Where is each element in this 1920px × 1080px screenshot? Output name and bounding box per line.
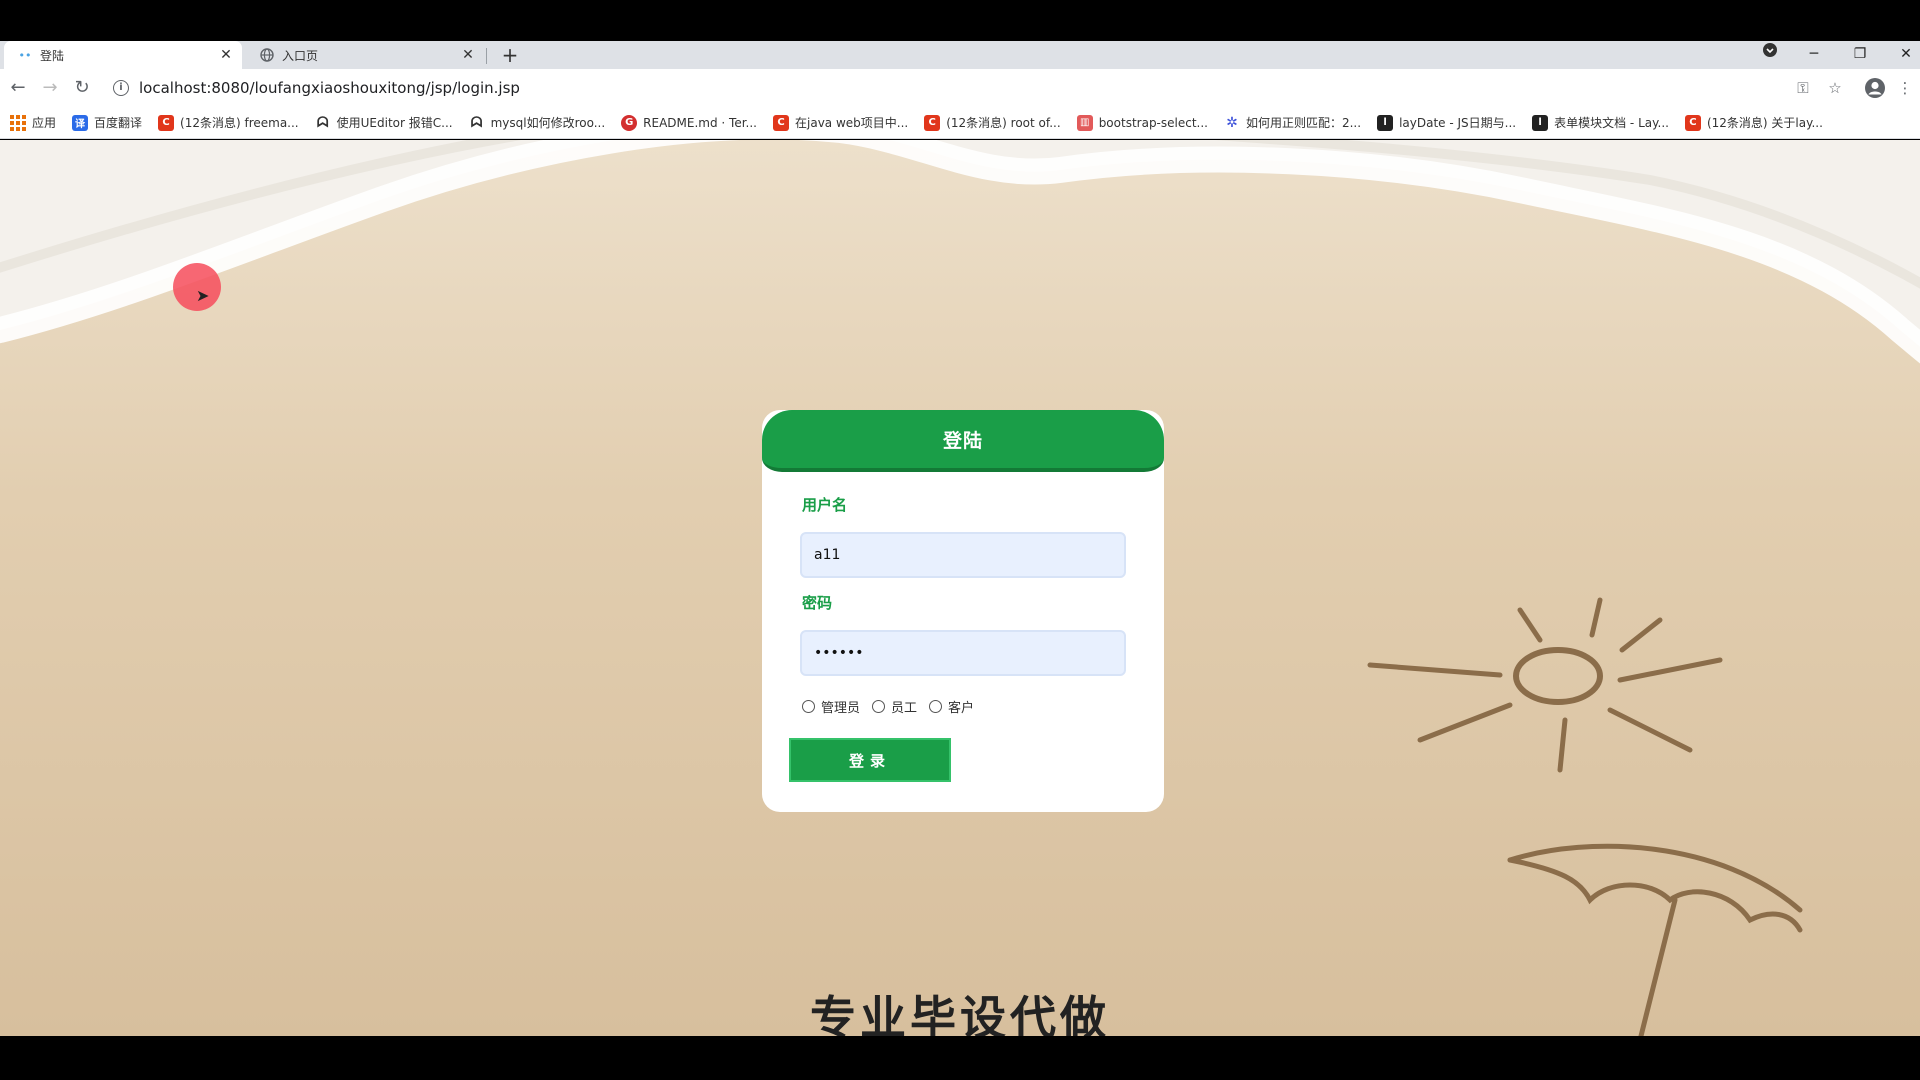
restore-icon[interactable]: ❐: [1842, 41, 1878, 69]
csdn-icon: C: [924, 114, 941, 131]
password-label: 密码: [802, 594, 833, 612]
bookmark-label: (12条消息) root of...: [946, 116, 1061, 130]
bookmark-item[interactable]: C (12条消息) 关于lay...: [1684, 114, 1823, 131]
bookmark-item[interactable]: ᗣ 使用UEditor 报错C...: [315, 114, 453, 131]
bookmark-item[interactable]: ▥ bootstrap-select...: [1076, 114, 1208, 131]
role-radio-admin[interactable]: [802, 700, 815, 713]
close-window-icon[interactable]: ✕: [1888, 41, 1920, 69]
ueditor-icon: ᗣ: [470, 114, 483, 131]
layui-icon: l: [1532, 114, 1549, 131]
sun-sand-drawing: [1367, 597, 1723, 773]
bookmark-label: bootstrap-select...: [1098, 115, 1208, 130]
layui-icon: l: [1377, 114, 1394, 131]
bookmark-label: mysql如何修改roo...: [490, 116, 606, 130]
bookmark-label: (12条消息) 关于lay...: [1706, 116, 1823, 130]
browser-tab-bar: •• 登陆 ✕ 入口页 ✕: [0, 41, 1920, 69]
tab-divider: [486, 48, 487, 64]
role-radio-staff[interactable]: [872, 700, 886, 713]
new-tab-button[interactable]: +: [496, 41, 524, 69]
apps-grid-icon: [10, 114, 26, 131]
bookmark-item[interactable]: 译 百度翻译: [72, 114, 142, 131]
csdn-icon: C: [773, 114, 789, 131]
ueditor-icon: ᗣ: [316, 114, 329, 131]
back-arrow-icon[interactable]: ←: [3, 69, 33, 107]
csdn-icon: C: [1684, 114, 1701, 131]
csdn-icon: C: [158, 114, 175, 131]
bookmark-item[interactable]: l 表单模块文档 - Lay...: [1532, 114, 1669, 131]
key-icon[interactable]: ⚿: [1788, 69, 1818, 107]
loading-dots-icon: ••: [18, 48, 32, 62]
bookmark-label: (12条消息) freema...: [180, 116, 299, 130]
login-page-background: ➤ 登陆 用户名 a11 密码 •••••• 管理员 员工 客户 登录 专业毕设…: [0, 140, 1920, 1036]
bookmark-label: 如何用正则匹配：2...: [1245, 116, 1362, 130]
forward-arrow-icon[interactable]: →: [35, 69, 65, 107]
bookmark-label: 应用: [32, 116, 57, 130]
bookmark-item[interactable]: C (12条消息) freema...: [158, 114, 299, 131]
bookmark-label: README.md · Ter...: [643, 115, 757, 130]
bookmark-item[interactable]: C (12条消息) root of...: [924, 114, 1061, 131]
login-button[interactable]: 登录: [789, 738, 951, 782]
role-label-staff: 员工: [891, 701, 918, 716]
gitee-icon: G: [621, 114, 638, 131]
username-label: 用户名: [802, 496, 848, 514]
bookmark-item[interactable]: l layDate - JS日期与...: [1377, 114, 1516, 131]
bookmark-label: 表单模块文档 - Lay...: [1554, 116, 1669, 130]
tab-entry-page[interactable]: 入口页 ✕: [246, 41, 484, 69]
close-tab-icon[interactable]: ✕: [460, 47, 476, 63]
bookmark-item[interactable]: ᗣ mysql如何修改roo...: [469, 114, 606, 131]
screen: •• 登陆 ✕ 入口页 ✕ + ─ ❐ ✕ ← → ↻ i localhost:…: [0, 0, 1920, 1080]
baidu-translate-icon: 译: [72, 114, 89, 131]
tab-title: 登陆: [40, 48, 65, 63]
tab-title: 入口页: [282, 48, 319, 63]
role-label-customer: 客户: [948, 701, 975, 716]
bookmark-apps[interactable]: 应用: [10, 114, 56, 131]
role-radio-customer[interactable]: [929, 700, 943, 713]
password-input[interactable]: ••••••: [800, 630, 1126, 676]
profile-menu-icon[interactable]: [1752, 41, 1788, 69]
reload-icon[interactable]: ↻: [67, 69, 97, 107]
login-card-title: 登陆: [762, 410, 1164, 472]
site-info-icon[interactable]: i: [113, 80, 129, 96]
mouse-pointer-icon: ➤: [196, 286, 210, 305]
more-menu-icon[interactable]: ⋮: [1893, 69, 1917, 107]
bookmark-item[interactable]: ✲ 如何用正则匹配：2...: [1224, 114, 1361, 131]
address-bar[interactable]: localhost:8080/loufangxiaoshouxitong/jsp…: [139, 78, 520, 98]
bookmark-label: layDate - JS日期与...: [1399, 116, 1517, 130]
tab-login[interactable]: •• 登陆 ✕: [4, 41, 242, 69]
minimize-icon[interactable]: ─: [1796, 41, 1832, 69]
bookmarks-bar: 应用 译 百度翻译 C (12条消息) freema... ᗣ 使用UEdito…: [0, 107, 1920, 139]
login-card: 登陆 用户名 a11 密码 •••••• 管理员 员工 客户 登录: [762, 410, 1164, 812]
bookmark-label: 使用UEditor 报错C...: [336, 116, 453, 130]
bookmark-label: 百度翻译: [94, 116, 143, 130]
bookmark-star-icon[interactable]: ☆: [1820, 69, 1850, 107]
globe-icon: [260, 48, 274, 62]
bootstrap-icon: ▥: [1076, 114, 1093, 131]
bookmark-item[interactable]: C 在java web项目中...: [773, 114, 908, 131]
video-subtitle-overlay: 专业毕设代做: [810, 991, 1110, 1036]
regex-icon: ✲: [1226, 114, 1238, 131]
role-label-admin: 管理员: [821, 701, 861, 716]
username-input[interactable]: a11: [800, 532, 1126, 578]
role-radio-group: 管理员 员工 客户: [802, 697, 986, 716]
bookmark-item[interactable]: G README.md · Ter...: [621, 114, 757, 131]
bookmark-label: 在java web项目中...: [795, 116, 909, 130]
account-avatar-icon[interactable]: [1860, 69, 1890, 107]
close-tab-icon[interactable]: ✕: [218, 47, 234, 63]
